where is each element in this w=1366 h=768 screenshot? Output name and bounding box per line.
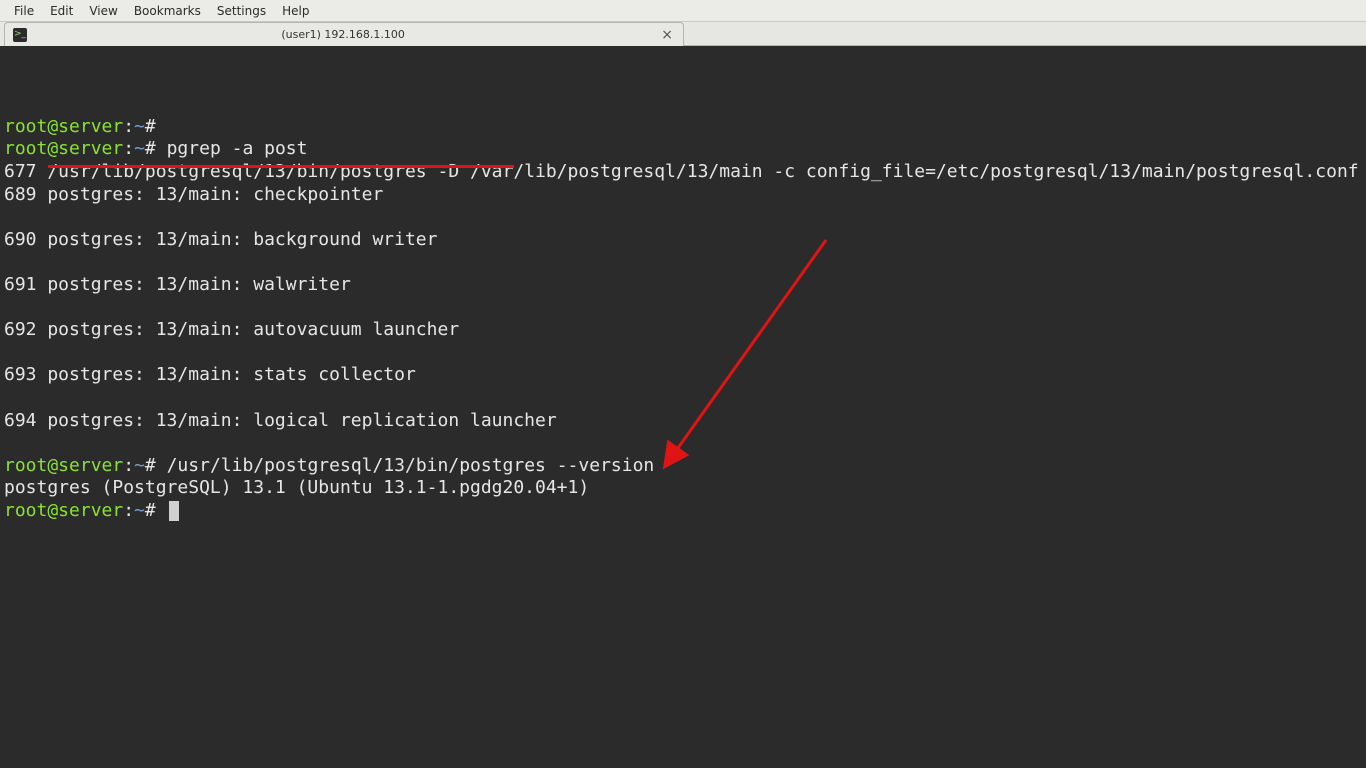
terminal-prompt-line: root@server:~#	[4, 500, 1362, 523]
tab-title: (user1) 192.168.1.100	[33, 28, 653, 41]
close-icon[interactable]: ×	[659, 27, 675, 43]
prompt-user-host: root@server	[4, 500, 123, 521]
terminal-output-line: 691 postgres: 13/main: walwriter	[4, 274, 1362, 297]
terminal-prompt-line: root@server:~#	[4, 116, 1362, 139]
terminal-output-line: postgres (PostgreSQL) 13.1 (Ubuntu 13.1-…	[4, 477, 1362, 500]
terminal-command: /usr/lib/postgresql/13/bin/postgres --ve…	[167, 455, 655, 476]
prompt-user-host: root@server	[4, 455, 123, 476]
menu-file[interactable]: File	[6, 2, 42, 20]
menu-help[interactable]: Help	[274, 2, 317, 20]
terminal-output-line: 692 postgres: 13/main: autovacuum launch…	[4, 319, 1362, 342]
terminal-icon: >_	[13, 28, 27, 42]
terminal-blank-line	[4, 387, 1362, 410]
menu-view[interactable]: View	[81, 2, 125, 20]
tabbar: >_ (user1) 192.168.1.100 ×	[0, 22, 1366, 46]
terminal-cursor	[169, 501, 179, 521]
terminal-command: pgrep -a post	[167, 138, 308, 159]
terminal-output-line: 694 postgres: 13/main: logical replicati…	[4, 410, 1362, 433]
prompt-user-host: root@server	[4, 116, 123, 137]
prompt-path: ~	[134, 500, 145, 521]
terminal-blank-line	[4, 432, 1362, 455]
tabbar-empty	[684, 22, 1366, 46]
terminal-blank-line	[4, 297, 1362, 320]
terminal-output-line: 689 postgres: 13/main: checkpointer	[4, 184, 1362, 207]
prompt-user-host: root@server	[4, 138, 123, 159]
terminal-output-line: 693 postgres: 13/main: stats collector	[4, 364, 1362, 387]
terminal-output-line: 690 postgres: 13/main: background writer	[4, 229, 1362, 252]
menu-settings[interactable]: Settings	[209, 2, 274, 20]
prompt-path: ~	[134, 138, 145, 159]
session-tab[interactable]: >_ (user1) 192.168.1.100 ×	[4, 22, 684, 46]
prompt-path: ~	[134, 455, 145, 476]
prompt-path: ~	[134, 116, 145, 137]
menubar: File Edit View Bookmarks Settings Help	[0, 0, 1366, 22]
terminal[interactable]: root@server:~# root@server:~# pgrep -a p…	[0, 46, 1366, 768]
terminal-output-line: 677 /usr/lib/postgresql/13/bin/postgres …	[4, 161, 1362, 184]
menu-bookmarks[interactable]: Bookmarks	[126, 2, 209, 20]
terminal-blank-line	[4, 206, 1362, 229]
menu-edit[interactable]: Edit	[42, 2, 81, 20]
terminal-blank-line	[4, 342, 1362, 365]
terminal-blank-line	[4, 251, 1362, 274]
terminal-prompt-line: root@server:~# /usr/lib/postgresql/13/bi…	[4, 455, 1362, 478]
terminal-prompt-line: root@server:~# pgrep -a post	[4, 138, 1362, 161]
